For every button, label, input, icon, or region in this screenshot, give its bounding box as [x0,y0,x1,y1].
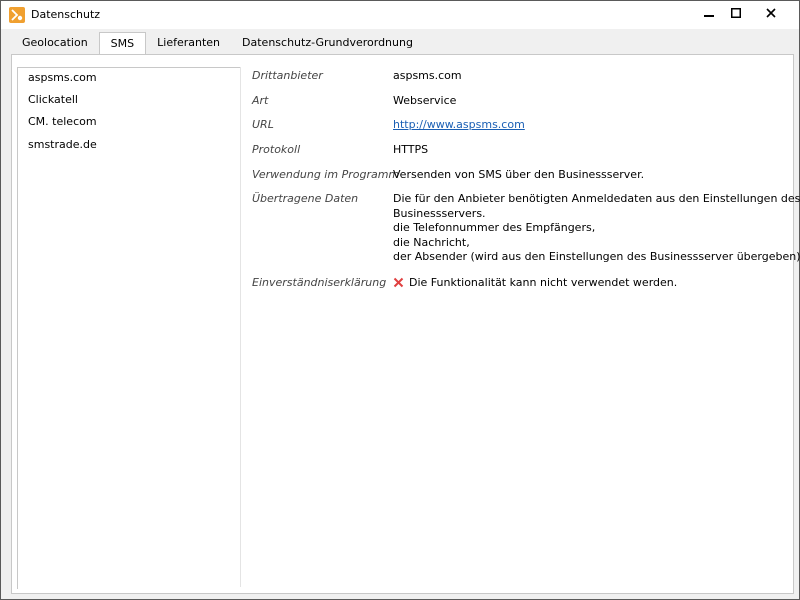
value-daten: Die für den Anbieter benötigten Anmelded… [393,192,800,265]
daten-line: der Absender (wird aus den Einstellungen… [393,250,800,263]
daten-line: Businessservers. [393,206,486,220]
list-item-smstrade[interactable]: smstrade.de [28,138,97,151]
tab-geolocation[interactable]: Geolocation [11,33,99,53]
tab-content-sms: aspsms.com Clickatell CM. telecom smstra… [11,54,800,594]
list-item-aspsms[interactable]: aspsms.com [28,71,97,84]
value-drittanbieter: aspsms.com [393,69,462,82]
provider-list[interactable]: aspsms.com Clickatell CM. telecom smstra… [17,67,240,589]
list-item-clickatell[interactable]: Clickatell [28,93,78,106]
tab-datenschutz-grundverordnung[interactable]: Datenschutz-Grundverordnung [231,33,424,53]
tab-sms[interactable]: SMS [98,32,147,54]
window-title: Datenschutz [31,8,101,21]
label-art: Art [252,94,269,107]
label-url: URL [252,118,274,131]
splitter[interactable] [240,67,241,587]
value-verwendung: Versenden von SMS über den Businessserve… [393,168,645,181]
label-drittanbieter: Drittanbieter [252,69,323,82]
maximize-button[interactable] [720,1,752,25]
label-protokoll: Protokoll [252,143,301,156]
label-verwendung: Verwendung im Programm [252,168,400,181]
datenschutz-window: Datenschutz Geolocation SMS Lieferanten … [0,0,800,600]
value-einverstaendnis: Die Funktionalität kann nicht verwendet … [393,276,677,291]
value-protokoll: HTTPS [393,143,429,156]
list-item-cm-telecom[interactable]: CM. telecom [28,115,97,128]
daten-line: die Telefonnummer des Empfängers, [393,221,596,234]
daten-line: Die für den Anbieter benötigten Anmelded… [393,192,800,205]
tab-lieferanten[interactable]: Lieferanten [146,33,231,53]
url-link[interactable]: http://www.aspsms.com [393,118,525,131]
close-button[interactable] [755,1,787,25]
close-icon [766,8,776,18]
minimize-icon [704,8,714,18]
einverstaendnis-text: Die Funktionalität kann nicht verwendet … [409,276,678,289]
label-daten: Übertragene Daten [252,192,359,205]
value-art: Webservice [393,94,457,107]
label-einverstaendnis: Einverständniserklärung [252,276,387,289]
error-x-icon [393,277,404,291]
app-logo-icon [9,7,25,23]
tab-bar: Geolocation SMS Lieferanten Datenschutz-… [11,32,424,54]
daten-line: die Nachricht, [393,235,470,249]
title-bar[interactable]: Datenschutz [1,1,799,29]
maximize-icon [731,8,741,18]
